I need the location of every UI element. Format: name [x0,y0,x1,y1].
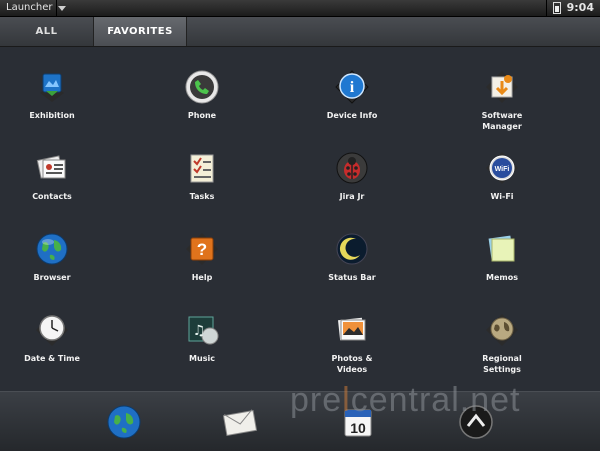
app-label-line-1: Regional [482,354,522,363]
app-label: Tasks [189,192,215,201]
app-label: Wi-Fi [490,192,514,201]
app-label: Phone [187,111,217,120]
app-tasks[interactable]: Tasks [147,150,257,202]
app-grid: Exhibition Phone i Device Info Software … [0,47,600,391]
app-regional-settings[interactable]: Regional Settings [447,312,557,375]
tab-bar: ALL FAVORITES [0,17,600,47]
battery-icon [552,2,561,14]
watermark-part: central.net [350,381,521,419]
music-icon: ♫ [184,312,220,348]
app-label-line-2: Videos [336,365,368,374]
bug-icon [334,150,370,186]
divider [545,0,547,16]
app-label: Jira Jr [339,192,365,201]
divider [56,0,57,16]
chevron-down-icon [58,6,67,11]
app-music[interactable]: ♫ Music [147,312,257,364]
svg-text:?: ? [197,240,207,259]
email-icon[interactable] [222,404,258,440]
memos-icon [484,231,520,267]
globe-icon [34,231,70,267]
app-date-time[interactable]: Date & Time [0,312,107,364]
app-label: Software Manager [447,110,557,132]
watermark-part: l [342,381,351,419]
app-label-line-2: Settings [483,365,521,374]
phone-icon [184,69,220,105]
app-label-line-2: Manager [482,122,522,131]
app-exhibition[interactable]: Exhibition [0,69,107,121]
app-label: Browser [33,273,71,282]
clock-time: 9:04 [566,1,594,14]
app-label-line-1: Software [481,111,523,120]
app-label: Exhibition [29,111,75,120]
help-icon: ? [184,231,220,267]
app-label: Help [191,273,213,282]
exhibition-icon [34,69,70,105]
app-jira-jr[interactable]: Jira Jr [297,150,407,202]
app-label: Regional Settings [447,353,557,375]
info-icon: i [334,69,370,105]
app-menu[interactable]: Launcher [6,0,67,16]
app-label: Music [189,354,215,363]
tab-all[interactable]: ALL [0,17,94,46]
tab-favorites[interactable]: FAVORITES [94,17,187,46]
svg-text:WiFi: WiFi [495,166,510,173]
photos-icon [334,312,370,348]
watermark: prelcentral.net [290,381,520,420]
status-bar: Launcher 9:04 [0,0,600,17]
app-contacts[interactable]: Contacts [0,150,107,202]
watermark-part: pre [290,381,343,419]
app-browser[interactable]: Browser [0,231,107,283]
app-phone[interactable]: Phone [147,69,257,121]
app-label: Device Info [326,111,378,120]
status-indicators[interactable]: 9:04 [545,0,594,16]
clock-icon [34,312,70,348]
app-label: Status Bar [328,273,376,282]
browser-globe-icon[interactable] [106,404,142,440]
app-memos[interactable]: Memos [447,231,557,283]
app-label: Date & Time [24,354,80,363]
app-name: Launcher [6,2,53,13]
tasks-icon [184,150,220,186]
app-status-bar[interactable]: Status Bar [297,231,407,283]
app-photos-videos[interactable]: Photos & Videos [297,312,407,375]
moon-icon [334,231,370,267]
wifi-icon: WiFi [484,150,520,186]
app-label: Photos & Videos [297,353,407,375]
app-label: Contacts [32,192,72,201]
contacts-icon [34,150,70,186]
app-label: Memos [486,273,518,282]
app-help[interactable]: ? Help [147,231,257,283]
app-software-manager[interactable]: Software Manager [447,69,557,132]
calendar-day: 10 [350,420,366,436]
svg-text:♫: ♫ [193,323,206,339]
svg-text:i: i [350,79,355,96]
app-label-line-1: Photos & [331,354,373,363]
regional-settings-icon [484,312,520,348]
app-device-info[interactable]: i Device Info [297,69,407,121]
app-wifi[interactable]: WiFi Wi-Fi [447,150,557,202]
software-manager-icon [484,69,520,105]
